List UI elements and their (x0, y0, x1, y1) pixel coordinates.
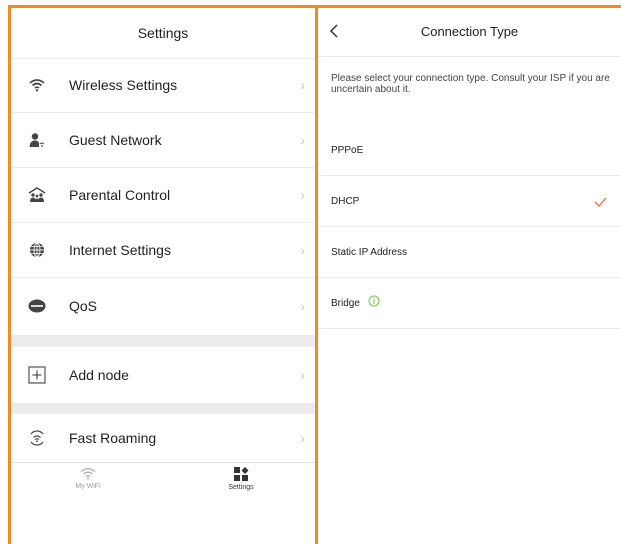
menu-label: QoS (69, 297, 98, 314)
grid-icon (191, 467, 291, 481)
option-bridge[interactable]: Bridge (318, 278, 621, 329)
settings-header: Settings (11, 8, 315, 59)
menu-item-parental-control[interactable]: Parental Control › (11, 168, 315, 223)
menu-label: Wireless Settings (69, 77, 178, 93)
menu-item-add-node[interactable]: Add node › (11, 347, 315, 402)
menu-label: Fast Roaming (69, 430, 157, 446)
chevron-right-icon: › (300, 297, 305, 314)
menu-item-internet-settings[interactable]: Internet Settings › (11, 223, 315, 278)
chevron-right-icon: › (300, 187, 305, 203)
page-title: Connection Type (420, 24, 519, 39)
chevron-right-icon: › (300, 77, 305, 93)
menu-item-fast-roaming[interactable]: Fast Roaming › (11, 414, 315, 462)
checkmark-icon (594, 194, 607, 212)
page-title: Settings (137, 25, 189, 41)
info-icon[interactable] (368, 294, 380, 312)
settings-panel: Settings Wireless Settings › Guest Netwo… (11, 8, 315, 544)
option-dhcp[interactable]: DHCP (318, 176, 621, 227)
option-label: Bridge (331, 297, 360, 309)
menu-label: Add node (69, 366, 129, 383)
menu-label: Parental Control (69, 187, 171, 203)
section-divider (11, 403, 315, 414)
bottom-tab-bar: My WiFi Settings (11, 462, 315, 513)
wifi-icon (27, 75, 47, 95)
tab-settings[interactable]: Settings (191, 467, 291, 491)
menu-item-guest-network[interactable]: Guest Network › (11, 113, 315, 168)
connection-description: Please select your connection type. Cons… (331, 73, 610, 95)
menu-label: Guest Network (69, 132, 162, 148)
section-divider (11, 335, 315, 347)
family-icon (27, 185, 47, 205)
option-pppoe[interactable]: PPPoE (318, 125, 621, 176)
add-box-icon (27, 365, 47, 385)
tab-label: Settings (228, 484, 254, 491)
chevron-right-icon: › (300, 366, 305, 383)
tab-my-wifi[interactable]: My WiFi (38, 467, 138, 490)
wifi-icon (38, 467, 138, 480)
chevron-right-icon: › (300, 132, 305, 148)
chevron-right-icon: › (300, 430, 305, 446)
globe-icon (27, 240, 47, 260)
connection-type-panel: Connection Type Please select your conne… (318, 8, 621, 544)
connection-header: Connection Type (318, 8, 621, 57)
guest-user-icon (27, 130, 47, 150)
option-static-ip[interactable]: Static IP Address (318, 227, 621, 278)
menu-item-wireless-settings[interactable]: Wireless Settings › (11, 58, 315, 113)
qos-speed-icon (27, 296, 47, 316)
option-label: Static IP Address (331, 246, 407, 258)
option-label: PPPoE (331, 144, 364, 156)
menu-item-qos[interactable]: QoS › (11, 278, 315, 333)
chevron-right-icon: › (300, 242, 305, 258)
option-label: DHCP (331, 195, 360, 207)
tab-label: My WiFi (75, 483, 101, 490)
app-frame: Settings Wireless Settings › Guest Netwo… (0, 0, 621, 544)
menu-label: Internet Settings (69, 242, 171, 258)
roaming-icon (27, 428, 47, 448)
